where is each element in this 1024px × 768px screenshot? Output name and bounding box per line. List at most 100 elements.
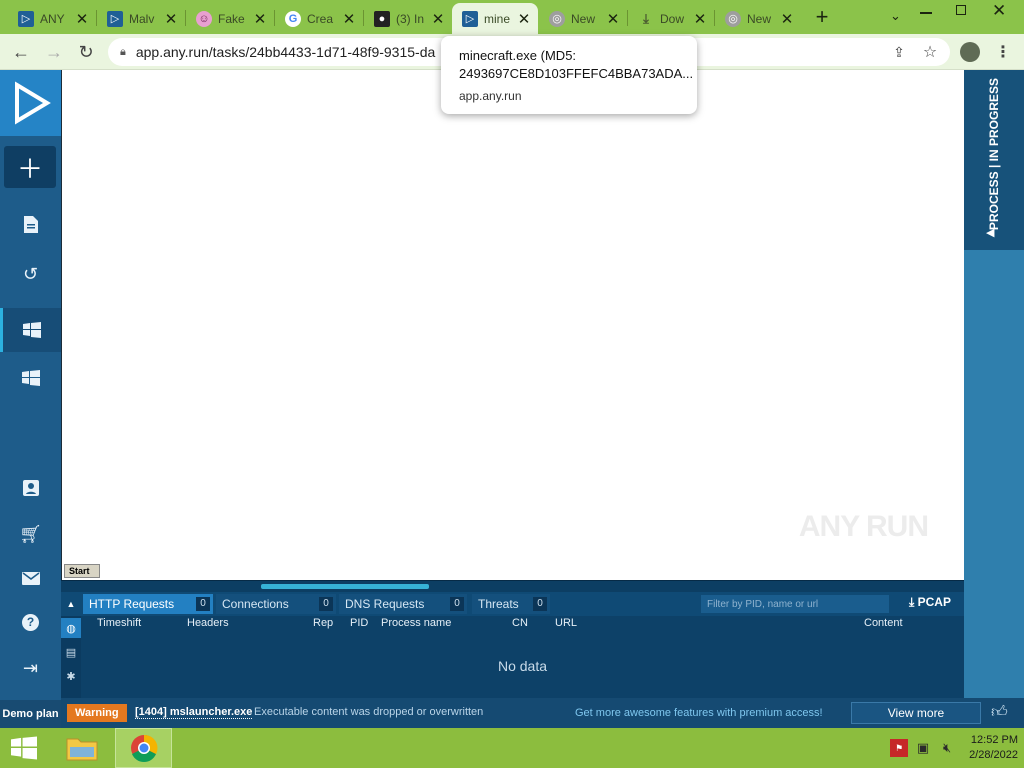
windows-vm-icon[interactable] bbox=[0, 356, 61, 400]
warning-process-link[interactable]: [1404] mslauncher.exe bbox=[135, 706, 253, 719]
vm-start-button[interactable]: Start bbox=[64, 564, 100, 578]
count-badge: 0 bbox=[533, 597, 547, 611]
browser-tab[interactable]: ▷ ANY ✕ bbox=[8, 3, 96, 34]
count-badge: 0 bbox=[450, 597, 464, 611]
browser-tab[interactable]: ☺ Fake ✕ bbox=[186, 3, 274, 34]
browser-tab[interactable]: ◎ New ✕ bbox=[715, 3, 801, 34]
browser-tab[interactable]: ◎ New ✕ bbox=[539, 3, 627, 34]
column-header: Content bbox=[864, 617, 903, 629]
action-center-flag-icon[interactable]: ⚑ bbox=[890, 739, 909, 757]
google-icon: G bbox=[285, 10, 301, 27]
globe-icon[interactable]: ◍ bbox=[61, 618, 81, 638]
column-header: URL bbox=[555, 617, 578, 629]
column-header: CN bbox=[512, 617, 528, 629]
warning-badge: Warning bbox=[67, 704, 127, 722]
network-tabs: ▲ HTTP Requests 0 Connections 0 DNS Requ… bbox=[61, 592, 964, 616]
bookmark-star-icon[interactable]: ☆ bbox=[915, 34, 945, 70]
tab-close-icon[interactable]: ✕ bbox=[430, 10, 446, 28]
anyrun-logo[interactable] bbox=[0, 70, 61, 136]
close-window-icon[interactable]: ✕ bbox=[992, 1, 1006, 21]
anyrun-icon: ▷ bbox=[462, 10, 478, 27]
clock-date: 2/28/2022 bbox=[969, 749, 1018, 761]
process-panel-body bbox=[964, 250, 1024, 700]
tab-close-icon[interactable]: ✕ bbox=[516, 10, 532, 28]
resize-handle[interactable] bbox=[261, 584, 429, 589]
help-icon[interactable]: ? bbox=[0, 600, 61, 644]
chrome-icon: ◎ bbox=[725, 10, 741, 27]
volume-muted-icon[interactable]: 🔇︎ bbox=[938, 739, 956, 757]
browser-tab[interactable]: ⤓ Dow ✕ bbox=[628, 3, 714, 34]
windows-vm-icon-active[interactable] bbox=[0, 308, 61, 352]
cart-icon[interactable]: 🛒︎ bbox=[0, 512, 61, 556]
reload-icon[interactable]: ↻ bbox=[71, 34, 101, 70]
pcap-label: PCAP bbox=[917, 595, 951, 609]
share-icon[interactable]: ⇪ bbox=[884, 34, 914, 70]
restore-icon[interactable] bbox=[956, 5, 966, 15]
column-header: PID bbox=[350, 617, 369, 629]
tab-search-chevron-icon[interactable]: ⌄ bbox=[890, 8, 901, 24]
process-panel-header[interactable]: PROCESS | IN PROGRESS bbox=[964, 70, 1024, 250]
tab-label: HTTP Requests bbox=[89, 597, 175, 611]
chrome-taskbar-icon[interactable] bbox=[115, 728, 172, 768]
minimize-icon[interactable] bbox=[920, 12, 932, 14]
file-icon[interactable]: ▤ bbox=[61, 642, 81, 662]
app-sidebar: ＋ ↺ 🛒︎ ? ⇥ bbox=[0, 70, 61, 702]
network-icon[interactable]: ▣ bbox=[914, 739, 932, 757]
system-tray: ⚑ ▣ 🔇︎ 12:52 PM 2/28/2022 bbox=[887, 732, 1018, 764]
tab-close-icon[interactable]: ✕ bbox=[692, 10, 708, 28]
premium-promo-text: Get more awesome features with premium a… bbox=[575, 707, 823, 719]
tab-close-icon[interactable]: ✕ bbox=[341, 10, 357, 28]
demo-plan-label: Demo plan bbox=[0, 700, 61, 728]
logout-icon[interactable]: ⇥ bbox=[0, 646, 61, 690]
tab-close-icon[interactable]: ✕ bbox=[779, 10, 795, 28]
collapse-arrow-icon[interactable]: ◀ bbox=[986, 226, 994, 239]
reports-icon[interactable] bbox=[0, 202, 61, 246]
panel-resize-strip[interactable] bbox=[61, 580, 964, 592]
column-header: Timeshift bbox=[97, 617, 142, 629]
profile-avatar[interactable] bbox=[955, 34, 985, 70]
profile-card-icon[interactable] bbox=[0, 466, 61, 510]
browser-tab-strip: ▷ ANY ✕ ▷ Malv ✕ ☺ Fake ✕ G Crea ✕ ● (3)… bbox=[0, 0, 1024, 34]
process-panel: PROCESS | IN PROGRESS ◀ bbox=[964, 70, 1024, 700]
browser-tab[interactable]: G Crea ✕ bbox=[275, 3, 363, 34]
vm-screen[interactable]: ANY RUN Start bbox=[61, 70, 964, 580]
collapse-up-icon[interactable]: ▲ bbox=[61, 594, 81, 614]
history-icon[interactable]: ↺ bbox=[0, 252, 61, 296]
mail-icon[interactable] bbox=[0, 556, 61, 600]
browser-tab[interactable]: ● (3) In ✕ bbox=[364, 3, 452, 34]
tab-hover-card: minecraft.exe (MD5: 2493697CE8D103FFEFC4… bbox=[441, 36, 697, 114]
thumbs-up-icon[interactable]: 👍︎ bbox=[991, 703, 1008, 722]
process-status-label: PROCESS | IN PROGRESS bbox=[987, 78, 1001, 231]
smiley-icon: ☺ bbox=[196, 10, 212, 27]
hover-card-title-line2: 2493697CE8D103FFEFC4BBA73ADA... bbox=[459, 66, 694, 81]
back-icon[interactable]: ← bbox=[6, 34, 36, 70]
network-view-icons: ◍ ▤ ✱ bbox=[61, 616, 81, 698]
menu-kebab-icon[interactable]: ⋮ bbox=[988, 34, 1018, 70]
new-task-button[interactable]: ＋ bbox=[4, 146, 56, 188]
anyrun-icon: ▷ bbox=[18, 10, 34, 27]
column-header: Process name bbox=[381, 617, 452, 629]
file-explorer-icon[interactable] bbox=[60, 728, 104, 768]
forward-icon[interactable]: → bbox=[39, 34, 69, 70]
filter-input[interactable]: Filter by PID, name or url bbox=[701, 595, 889, 613]
tab-connections[interactable]: Connections 0 bbox=[216, 594, 336, 614]
browser-tab[interactable]: ▷ Malv ✕ bbox=[97, 3, 185, 34]
tab-dns-requests[interactable]: DNS Requests 0 bbox=[339, 594, 467, 614]
taskbar-clock[interactable]: 12:52 PM 2/28/2022 bbox=[969, 733, 1018, 763]
tab-label: Threats bbox=[478, 597, 519, 611]
view-more-button[interactable]: View more bbox=[851, 702, 981, 724]
new-tab-button[interactable]: + bbox=[810, 4, 834, 30]
tab-close-icon[interactable]: ✕ bbox=[74, 10, 90, 28]
bug-icon[interactable]: ✱ bbox=[61, 666, 81, 686]
tab-close-icon[interactable]: ✕ bbox=[605, 10, 621, 28]
tab-threats[interactable]: Threats 0 bbox=[472, 594, 550, 614]
pcap-download-button[interactable]: ⤓ PCAP bbox=[909, 595, 951, 610]
tab-close-icon[interactable]: ✕ bbox=[163, 10, 179, 28]
os-taskbar: ⚑ ▣ 🔇︎ 12:52 PM 2/28/2022 bbox=[0, 728, 1024, 768]
empty-state: No data bbox=[497, 658, 548, 674]
browser-tab-active[interactable]: ▷ mine ✕ bbox=[452, 3, 538, 34]
tab-http-requests[interactable]: HTTP Requests 0 bbox=[83, 594, 213, 614]
windows-start-icon[interactable] bbox=[0, 728, 48, 768]
profile-icon bbox=[960, 42, 980, 62]
tab-close-icon[interactable]: ✕ bbox=[252, 10, 268, 28]
